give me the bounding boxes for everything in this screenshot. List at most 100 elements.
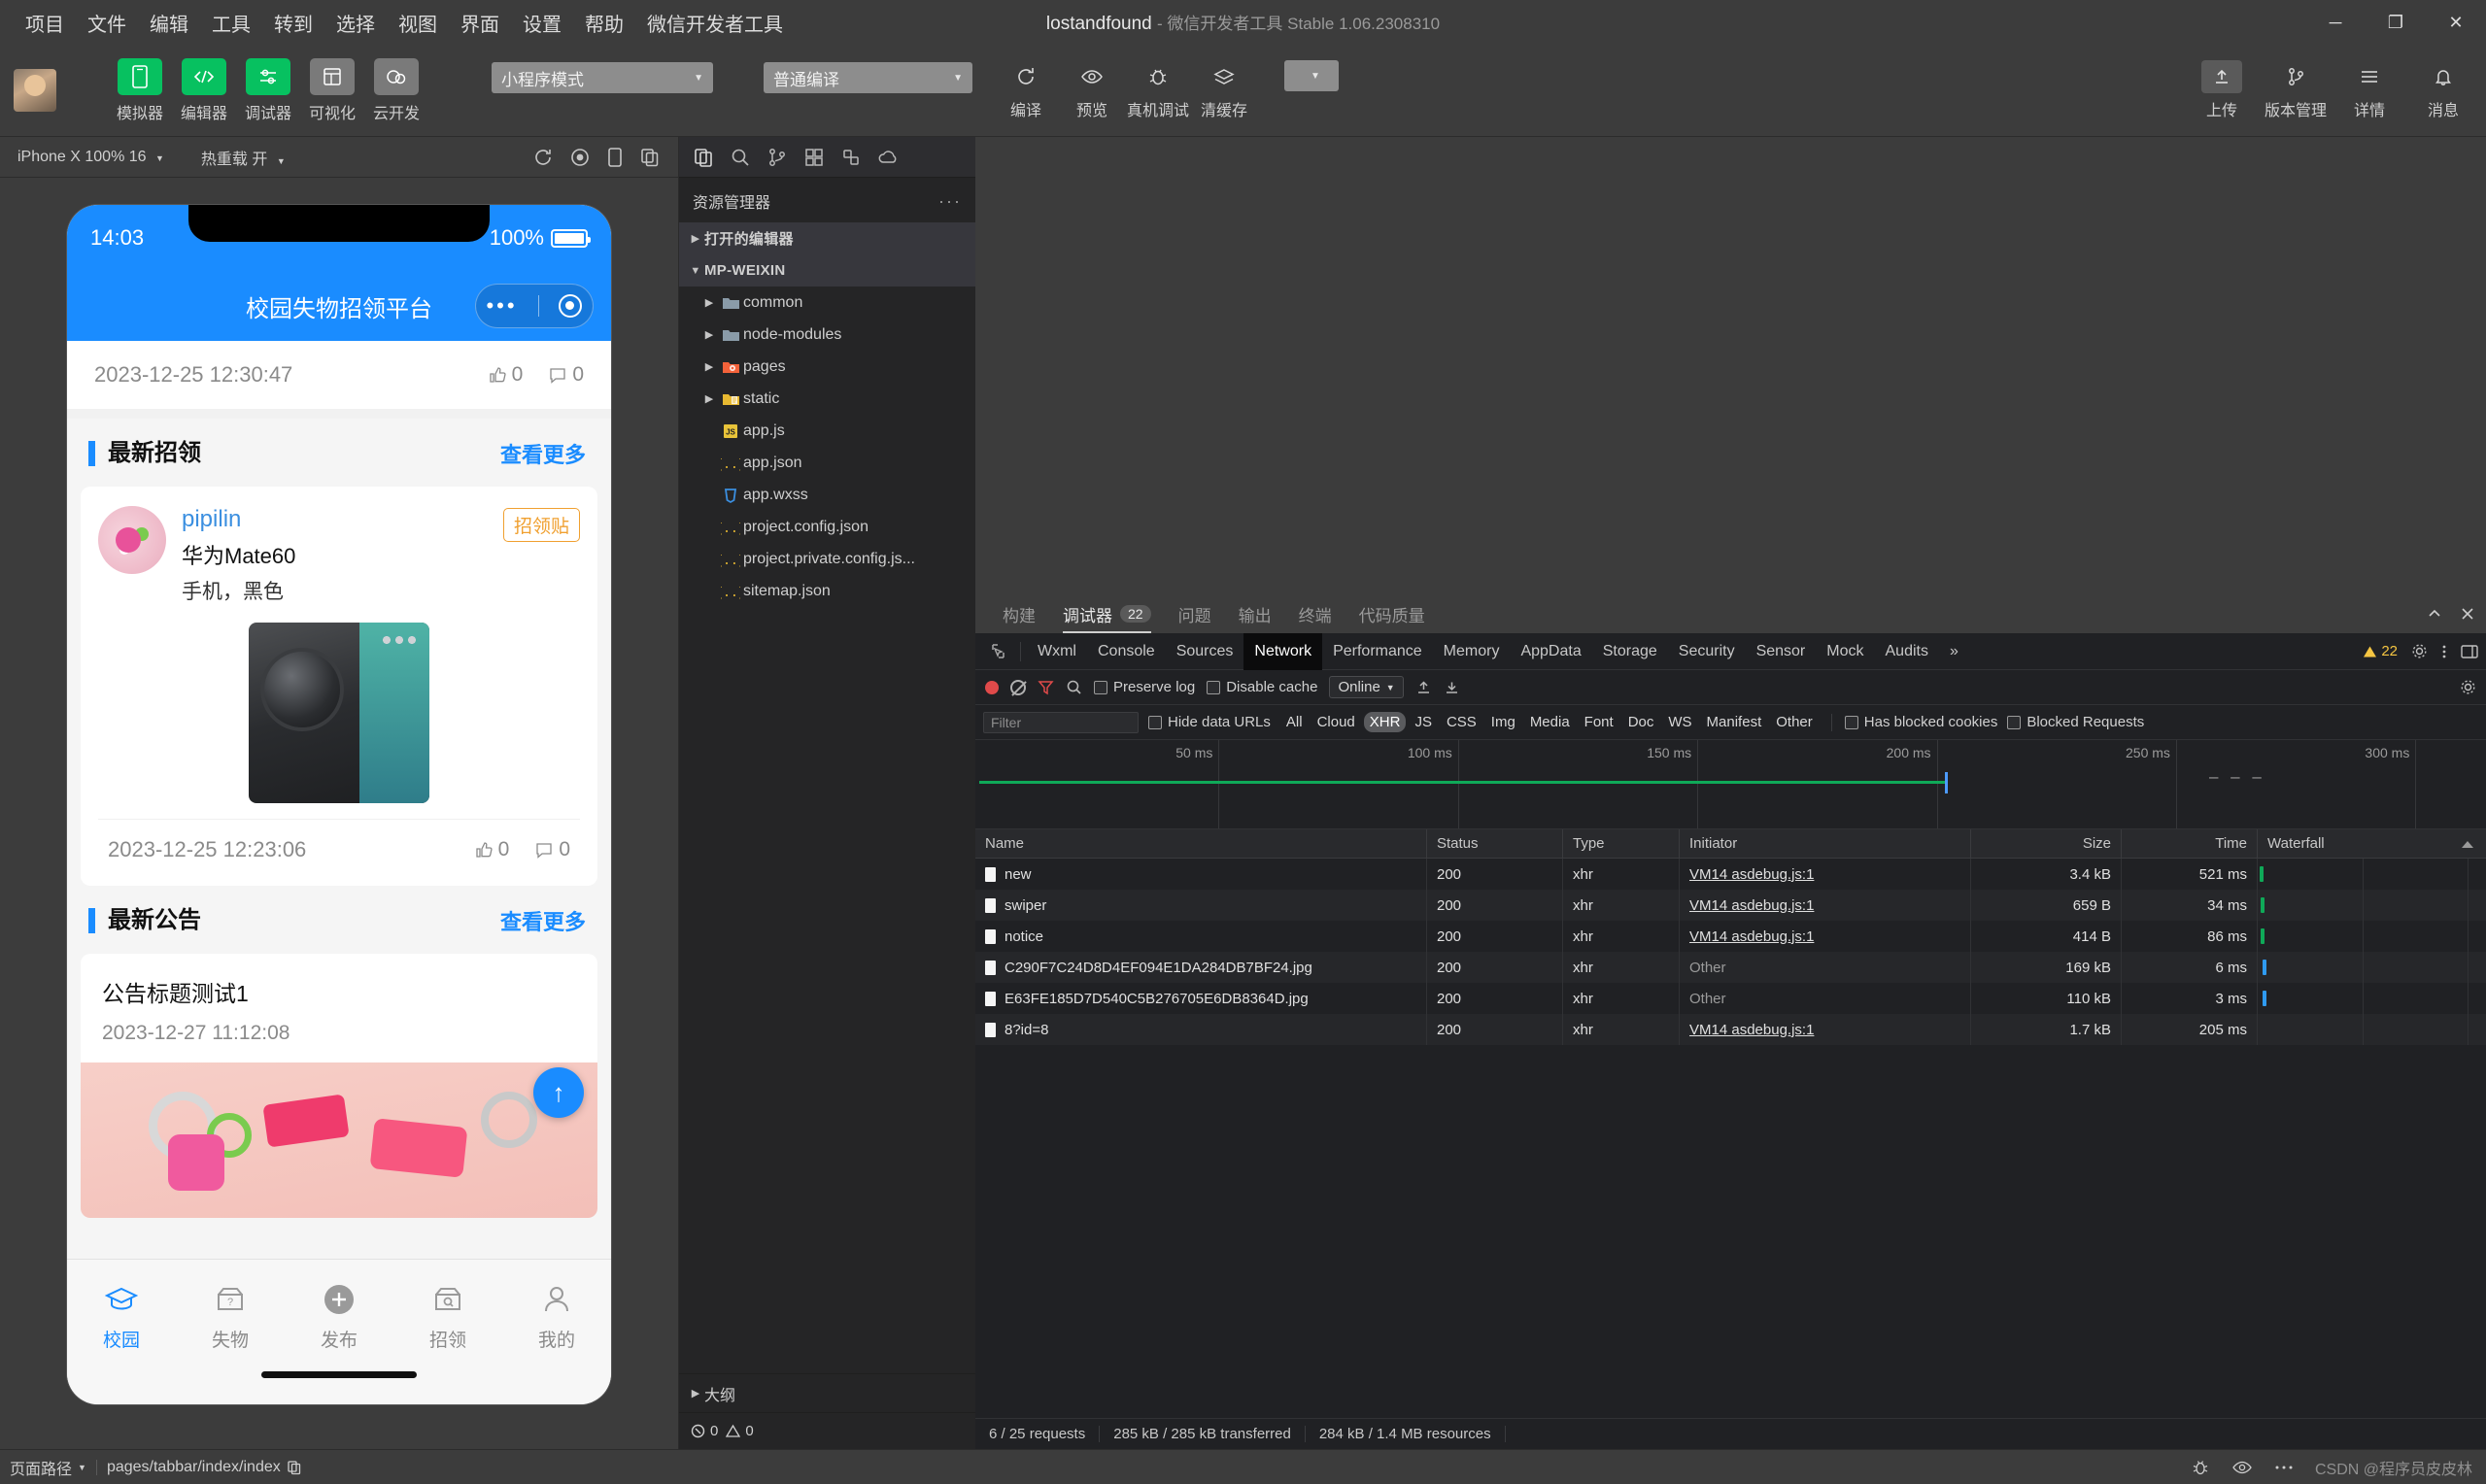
filter-type-all[interactable]: All [1280, 712, 1309, 732]
devtools-sub-tab-performance[interactable]: Performance [1322, 633, 1433, 670]
comment-stat[interactable]: 0 [534, 838, 570, 861]
like-stat[interactable]: 0 [488, 363, 523, 387]
filter-type-cloud[interactable]: Cloud [1311, 712, 1361, 732]
preview-button[interactable]: 预览 [1063, 60, 1121, 120]
initiator-link[interactable]: VM14 asdebug.js:1 [1689, 866, 1814, 883]
column-header-time[interactable]: Time [2122, 828, 2258, 859]
table-row[interactable]: 8?id=8 200 xhr VM14 asdebug.js:1 1.7 kB 205 m… [975, 1014, 2486, 1045]
blocked-requests-checkbox[interactable]: Blocked Requests [2007, 714, 2144, 730]
devtools-panel-tab-0[interactable]: 构建 [989, 594, 1049, 633]
devtools-sub-tab-memory[interactable]: Memory [1433, 633, 1511, 670]
has-blocked-cookies-checkbox[interactable]: Has blocked cookies [1844, 714, 1997, 730]
devtools-sub-tab-sensor[interactable]: Sensor [1746, 633, 1817, 670]
menu-item-1[interactable]: 文件 [76, 5, 138, 41]
network-timeline[interactable]: 50 ms 100 ms 150 ms 200 ms 250 ms 300 ms – – – [975, 740, 2486, 829]
menu-item-8[interactable]: 设置 [511, 5, 573, 41]
menu-item-6[interactable]: 视图 [387, 5, 449, 41]
devtools-sub-tab-sources[interactable]: Sources [1166, 633, 1244, 670]
search-icon[interactable] [1066, 679, 1082, 695]
import-har-icon[interactable] [1415, 679, 1432, 695]
throttle-select[interactable]: Online ▼ [1329, 676, 1404, 698]
file-tree-item[interactable]: ▶JSapp.js [679, 415, 975, 447]
like-stat[interactable]: 0 [474, 838, 509, 861]
sort-ascending-icon[interactable] [2461, 839, 2474, 849]
filter-type-font[interactable]: Font [1579, 712, 1619, 732]
phone-tab-0[interactable]: 校园 [67, 1280, 176, 1352]
comment-stat[interactable]: 0 [548, 363, 584, 387]
kebab-menu-icon[interactable] [2441, 643, 2447, 660]
devtools-panel-tab-2[interactable]: 问题 [1165, 594, 1225, 633]
file-tree-item[interactable]: ▶{..}project.private.config.js... [679, 543, 975, 575]
more-icon[interactable] [2274, 1465, 2294, 1470]
file-tree-item[interactable]: ▶ common [679, 287, 975, 319]
column-header-status[interactable]: Status [1427, 828, 1563, 859]
toolbar-button-debugger[interactable]: 调试器 [241, 57, 295, 123]
phone-tab-2[interactable]: 发布 [285, 1280, 393, 1352]
record-icon[interactable] [562, 143, 598, 172]
phone-tab-4[interactable]: 我的 [502, 1280, 611, 1352]
record-button[interactable] [985, 680, 999, 694]
bug-icon[interactable] [2191, 1458, 2210, 1477]
devtools-sub-tab-security[interactable]: Security [1668, 633, 1746, 670]
page-path-select[interactable]: 页面路径 ▼ [0, 1456, 96, 1479]
post-image[interactable] [249, 623, 429, 803]
filter-type-manifest[interactable]: Manifest [1701, 712, 1768, 732]
section-more-link[interactable]: 查看更多 [500, 438, 586, 469]
user-avatar[interactable] [14, 69, 56, 112]
toolbar-button-editor[interactable]: 编辑器 [177, 57, 231, 123]
filter-input[interactable]: Filter [983, 711, 1139, 733]
devtools-sub-tab-network[interactable]: Network [1243, 632, 1323, 670]
devtools-sub-tab-mock[interactable]: Mock [1816, 633, 1874, 670]
more-icon[interactable]: ··· [938, 191, 962, 212]
menu-item-3[interactable]: 工具 [200, 5, 262, 41]
file-tree-item[interactable]: ▶{..}sitemap.json [679, 575, 975, 607]
eye-icon[interactable] [2231, 1460, 2253, 1475]
file-tree-item[interactable]: ▶ pages [679, 351, 975, 383]
devtools-sub-tab-appdata[interactable]: AppData [1510, 633, 1591, 670]
devtools-panel-tab-4[interactable]: 终端 [1285, 594, 1345, 633]
phone-frame-icon[interactable] [598, 143, 631, 172]
devtools-sub-tab-audits[interactable]: Audits [1875, 633, 1939, 670]
devtools-panel-tab-1[interactable]: 调试器 22 [1049, 594, 1165, 633]
disable-cache-checkbox[interactable]: Disable cache [1207, 679, 1317, 695]
table-row[interactable]: swiper 200 xhr VM14 asdebug.js:1 659 B 34 ms [975, 890, 2486, 921]
section-more-link[interactable]: 查看更多 [500, 905, 586, 936]
menu-item-2[interactable]: 编辑 [138, 5, 200, 41]
explorer-section-0[interactable]: ▶ 打开的编辑器 [679, 222, 975, 254]
warning-badge[interactable]: 0 [726, 1423, 754, 1439]
mode-select[interactable]: 小程序模式 ▼ [492, 62, 713, 93]
menu-item-0[interactable]: 项目 [14, 5, 76, 41]
explorer-section-1[interactable]: ▼ MP-WEIXIN [679, 254, 975, 287]
filter-toggle-icon[interactable] [1038, 679, 1054, 695]
file-tree-item[interactable]: ▶app.wxss [679, 479, 975, 511]
warning-indicator[interactable]: 22 [2363, 643, 2398, 659]
clear-icon[interactable] [1010, 679, 1026, 695]
notice-card[interactable]: 公告标题测试1 2023-12-27 11:12:08 [81, 954, 597, 1062]
column-header-initiator[interactable]: Initiator [1680, 828, 1971, 859]
cloud-icon[interactable] [877, 148, 901, 167]
table-row[interactable]: C290F7C24D8D4EF094E1DA284DB7BF24.jpg 200 x… [975, 952, 2486, 983]
phone-tab-1[interactable]: ? 失物 [176, 1280, 285, 1352]
table-row[interactable]: E63FE185D7D540C5B276705E6DB8364D.jpg 200 x… [975, 983, 2486, 1014]
network-settings-icon[interactable] [2460, 679, 2476, 695]
export-har-icon[interactable] [1444, 679, 1460, 695]
search-icon[interactable] [730, 147, 751, 168]
filter-type-doc[interactable]: Doc [1622, 712, 1660, 732]
version-control-button[interactable]: 版本管理 [2265, 60, 2327, 120]
copy-icon[interactable] [287, 1460, 302, 1475]
details-button[interactable]: 详情 [2340, 60, 2399, 120]
filter-type-ws[interactable]: WS [1662, 712, 1697, 732]
menu-item-10[interactable]: 微信开发者工具 [635, 5, 795, 41]
menu-item-4[interactable]: 转到 [262, 5, 324, 41]
gear-icon[interactable] [2411, 643, 2428, 659]
debug-icon[interactable] [840, 147, 862, 168]
devtools-sub-tab-storage[interactable]: Storage [1592, 633, 1668, 670]
upload-button[interactable]: 上传 [2193, 60, 2251, 120]
source-control-icon[interactable] [766, 147, 788, 168]
maximize-button[interactable]: ❐ [2366, 0, 2426, 45]
minimize-button[interactable]: ─ [2305, 0, 2366, 45]
file-tree-item[interactable]: ▶{..}project.config.json [679, 511, 975, 543]
wechat-capsule[interactable]: ••• [475, 284, 594, 328]
file-tree-item[interactable]: ▶ static [679, 383, 975, 415]
initiator-link[interactable]: VM14 asdebug.js:1 [1689, 1022, 1814, 1038]
